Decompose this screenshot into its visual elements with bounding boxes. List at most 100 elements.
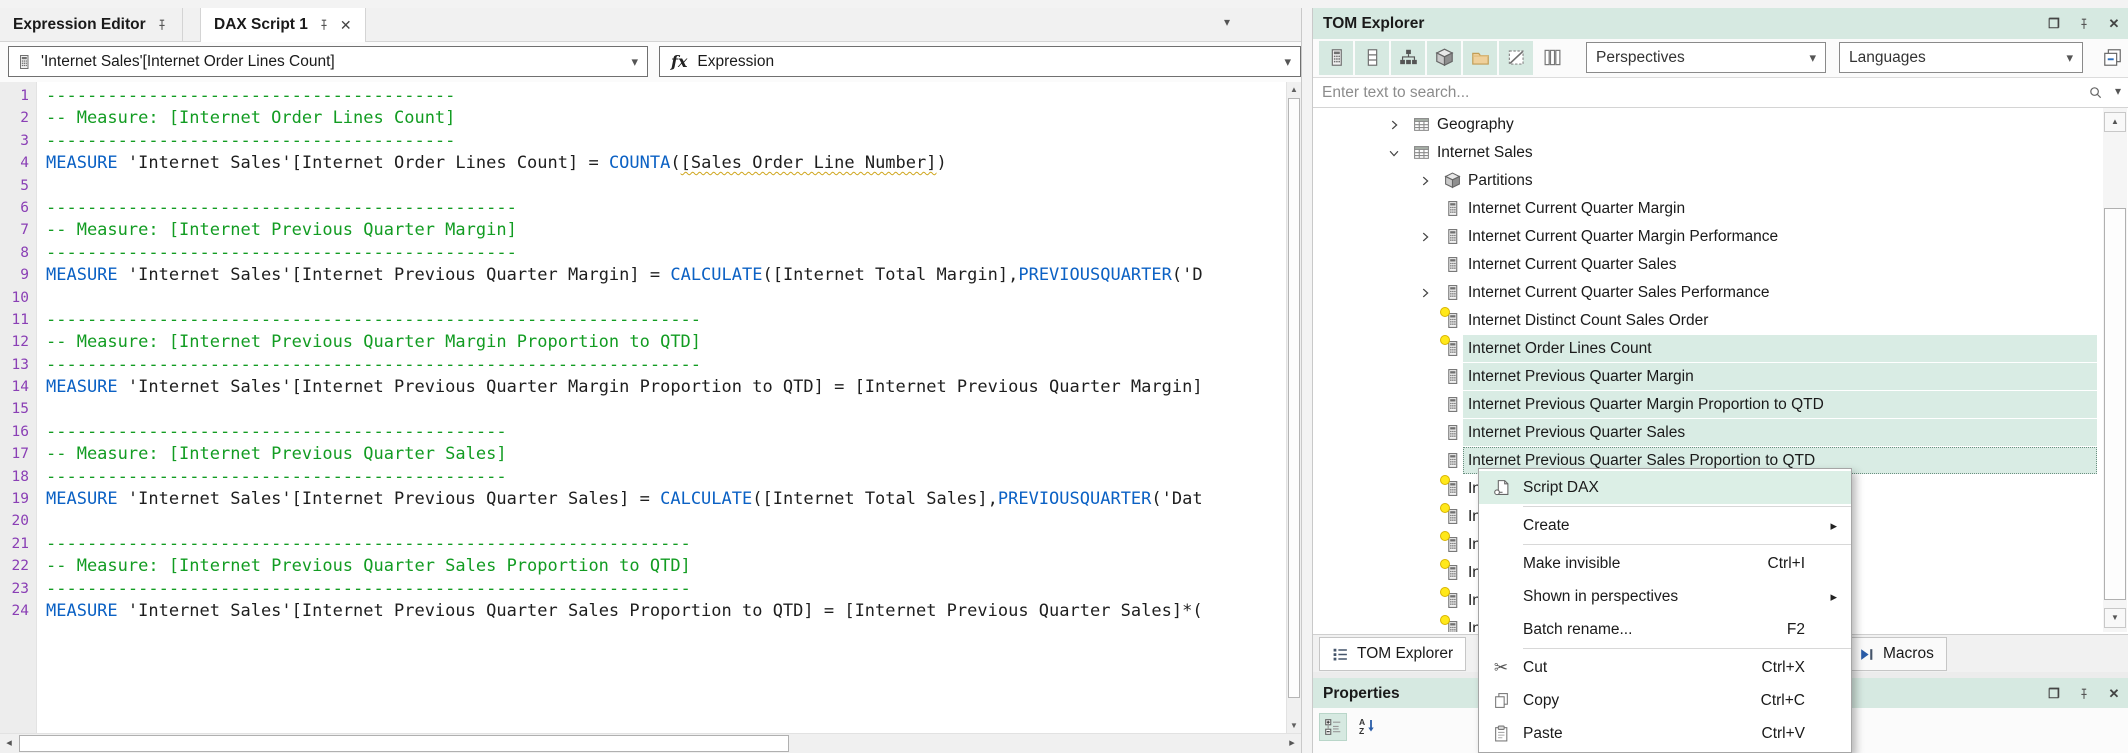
chevron-right-icon[interactable] — [1418, 174, 1432, 188]
close-icon[interactable]: ✕ — [2105, 685, 2123, 703]
menu-item-make-invisible[interactable]: Make invisible Ctrl+I — [1479, 547, 1851, 580]
toggle-partition-icon[interactable] — [1427, 41, 1461, 75]
tree-item[interactable]: Internet Current Quarter Margin — [1313, 195, 2128, 223]
code-line[interactable]: -- Measure: [Internet Previous Quarter M… — [46, 219, 1203, 241]
menu-item-copy[interactable]: Copy Ctrl+C — [1479, 684, 1851, 717]
maximize-icon[interactable]: ❐ — [2045, 685, 2063, 703]
toggle-column-icon[interactable] — [1355, 41, 1389, 75]
code-line[interactable]: ---------------------------------------- — [46, 130, 1203, 152]
search-icon[interactable] — [2088, 85, 2103, 100]
close-icon[interactable]: ✕ — [340, 17, 352, 34]
scroll-down-icon[interactable]: ▼ — [2104, 608, 2126, 628]
languages-dropdown[interactable]: Languages ▾ — [1839, 42, 2083, 73]
perspectives-dropdown[interactable]: Perspectives ▾ — [1586, 42, 1826, 73]
tab-tom-explorer[interactable]: TOM Explorer — [1319, 637, 1467, 671]
scroll-right-icon[interactable]: ▸ — [1283, 734, 1301, 753]
code-line[interactable]: MEASURE 'Internet Sales'[Internet Previo… — [46, 600, 1203, 622]
chevron-right-icon[interactable] — [1418, 286, 1432, 300]
tree-item[interactable]: Internet Current Quarter Margin Performa… — [1313, 223, 2128, 251]
tree-item[interactable]: Geography — [1313, 111, 2128, 139]
code-line[interactable]: -- Measure: [Internet Previous Quarter S… — [46, 443, 1203, 465]
tree-item-label: Internet Order Lines Count — [1468, 340, 1652, 357]
code-line[interactable] — [46, 175, 1203, 197]
expression-selector-dropdown[interactable]: fx Expression ▾ — [659, 46, 1301, 77]
code-line[interactable]: -- Measure: [Internet Order Lines Count] — [46, 107, 1203, 129]
search-input[interactable] — [1313, 78, 2083, 107]
code-line[interactable]: ----------------------------------------… — [46, 578, 1203, 600]
comment-token: ----------------------------------------… — [46, 242, 517, 263]
maximize-icon[interactable]: ❐ — [2045, 15, 2063, 33]
sort-alphabetical-icon[interactable]: AZ — [1353, 713, 1381, 741]
code-line[interactable]: ----------------------------------------… — [46, 197, 1203, 219]
editor-vertical-scrollbar[interactable]: ▲ ▼ — [1286, 82, 1301, 733]
tree-item[interactable]: Internet Current Quarter Sales Performan… — [1313, 279, 2128, 307]
tree-item[interactable]: Internet Current Quarter Sales — [1313, 251, 2128, 279]
code-line[interactable]: -- Measure: [Internet Previous Quarter S… — [46, 555, 1203, 577]
tree-item[interactable]: Partitions — [1313, 167, 2128, 195]
pin-icon[interactable] — [2075, 15, 2093, 33]
code-line[interactable]: ----------------------------------------… — [46, 242, 1203, 264]
pin-icon[interactable] — [317, 18, 331, 32]
code-line[interactable] — [46, 398, 1203, 420]
menu-item-paste[interactable]: Paste Ctrl+V — [1479, 717, 1851, 750]
code-line[interactable]: ----------------------------------------… — [46, 309, 1203, 331]
tree-item[interactable]: Internet Previous Quarter Sales — [1313, 419, 2128, 447]
code-line[interactable]: ----------------------------------------… — [46, 421, 1203, 443]
tree-vertical-scrollbar[interactable]: ▲ ▼ — [2103, 108, 2127, 632]
tab-overflow-chevron-icon[interactable]: ▾ — [1224, 15, 1230, 29]
toggle-measure-icon[interactable] — [1319, 41, 1353, 75]
code-token: ) — [936, 153, 947, 174]
menu-item-label: Make invisible — [1523, 554, 1621, 572]
tree-item[interactable]: Internet Distinct Count Sales Order — [1313, 307, 2128, 335]
tree-item[interactable]: Internet Order Lines Count — [1313, 335, 2128, 363]
object-selector-dropdown[interactable]: 'Internet Sales'[Internet Order Lines Co… — [8, 46, 648, 77]
tree-item[interactable]: Internet Previous Quarter Margin Proport… — [1313, 391, 2128, 419]
scroll-down-icon[interactable]: ▼ — [1287, 718, 1301, 733]
chevron-right-icon[interactable] — [1387, 118, 1401, 132]
tree-item[interactable]: Internet Previous Quarter Margin — [1313, 363, 2128, 391]
tab-macros[interactable]: Macros — [1845, 637, 1947, 671]
comment-token: -- Measure: [Internet Previous Quarter S… — [46, 444, 507, 465]
code-line[interactable] — [46, 287, 1203, 309]
code-line[interactable]: MEASURE 'Internet Sales'[Internet Previo… — [46, 264, 1203, 286]
chevron-down-icon[interactable] — [1387, 146, 1401, 160]
dax-code-editor[interactable]: 1 2 3 4 5 6 7 8 9 10 11 12 13 14 15 16 17 18 19 20 21 22 23 24 … — [0, 82, 1286, 733]
scrollbar-thumb[interactable] — [1288, 98, 1300, 698]
code-line[interactable] — [46, 510, 1203, 532]
code-line[interactable]: MEASURE 'Internet Sales'[Internet Previo… — [46, 376, 1203, 398]
toggle-folder-icon[interactable] — [1463, 41, 1497, 75]
line-number: 5 — [20, 177, 29, 194]
menu-item-create[interactable]: Create ▸ — [1479, 509, 1851, 542]
collapse-all-icon[interactable] — [2099, 44, 2126, 71]
chevron-down-icon[interactable]: ▾ — [2115, 84, 2121, 98]
scrollbar-thumb[interactable] — [2104, 208, 2126, 600]
code-line[interactable]: ----------------------------------------… — [46, 354, 1203, 376]
tab-expression-editor[interactable]: Expression Editor — [0, 8, 183, 41]
code-line[interactable]: ---------------------------------------- — [46, 85, 1203, 107]
code-line[interactable]: ----------------------------------------… — [46, 466, 1203, 488]
pin-icon[interactable] — [155, 18, 169, 32]
tree-item[interactable]: Internet Sales — [1313, 139, 2128, 167]
menu-item-shown-in-perspectives[interactable]: Shown in perspectives ▸ — [1479, 580, 1851, 613]
code-line[interactable]: MEASURE 'Internet Sales'[Internet Order … — [46, 152, 1203, 174]
editor-horizontal-scrollbar[interactable]: ◂ ▸ — [0, 733, 1302, 753]
pin-icon[interactable] — [2075, 685, 2093, 703]
tree-item-label: Internet Previous Quarter Sales — [1468, 424, 1686, 441]
code-line[interactable]: ----------------------------------------… — [46, 533, 1203, 555]
scrollbar-thumb[interactable] — [19, 735, 789, 752]
menu-item-batch-rename[interactable]: Batch rename... F2 — [1479, 613, 1851, 646]
scroll-up-icon[interactable]: ▲ — [1287, 82, 1301, 97]
code-line[interactable]: MEASURE 'Internet Sales'[Internet Previo… — [46, 488, 1203, 510]
toggle-hidden-items-icon[interactable] — [1499, 41, 1533, 75]
toggle-hierarchy-icon[interactable] — [1391, 41, 1425, 75]
scroll-left-icon[interactable]: ◂ — [0, 734, 18, 753]
categorized-view-icon[interactable] — [1319, 713, 1347, 741]
code-line[interactable]: -- Measure: [Internet Previous Quarter M… — [46, 331, 1203, 353]
close-icon[interactable]: ✕ — [2105, 15, 2123, 33]
scroll-up-icon[interactable]: ▲ — [2104, 112, 2126, 132]
chevron-right-icon[interactable] — [1418, 230, 1432, 244]
toggle-columns-view-icon[interactable] — [1535, 41, 1569, 75]
menu-item-cut[interactable]: ✂ Cut Ctrl+X — [1479, 651, 1851, 684]
tab-dax-script-1[interactable]: DAX Script 1 ✕ — [200, 8, 366, 42]
menu-item-script-dax[interactable]: Script DAX — [1479, 471, 1851, 504]
